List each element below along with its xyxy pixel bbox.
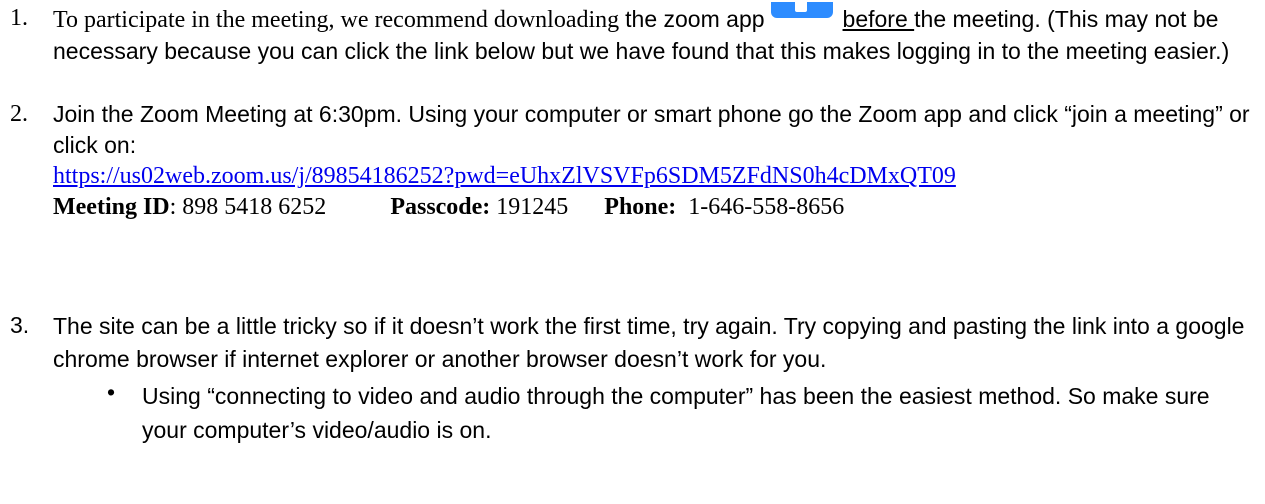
bullet-icon: • [107,379,116,405]
item-3-text: The site can be a little tricky so if it… [53,313,1245,372]
item-1-underlined-text: before [842,6,915,32]
list-number: 1. [10,5,28,31]
list-item-text: The site can be a little tricky so if it… [53,310,1255,376]
meeting-link[interactable]: https://us02web.zoom.us/j/89854186252?pw… [53,161,1193,192]
passcode-label: Passcode: [390,194,491,220]
item-1-text-start: To participate in the meeting, we recomm… [53,7,626,33]
meeting-id-value: : 898 5418 6252 [169,194,327,220]
instructions-document: 1. To participate in the meeting, we rec… [0,0,1265,504]
passcode-value: 191245 [490,194,569,220]
list-number: 2. [10,101,28,127]
meeting-details: Meeting ID: 898 5418 6252 Passcode: 19124… [53,192,1255,223]
item-2-text: Join the Zoom Meeting at 6:30pm. Using y… [53,101,1250,158]
item-1-text-middle: the zoom app [625,6,765,32]
zoom-app-icon [770,2,833,18]
list-item-text: To participate in the meeting, we recomm… [53,2,1255,67]
phone-label: Phone: [604,194,677,220]
bullet-item-text: Using “connecting to video and audio thr… [142,383,1210,443]
list-number: 3. [10,312,30,338]
list-item-text: Join the Zoom Meeting at 6:30pm. Using y… [53,99,1255,223]
phone-value: 1-646-558-8656 [676,194,845,220]
meeting-id-label: Meeting ID [53,194,170,220]
